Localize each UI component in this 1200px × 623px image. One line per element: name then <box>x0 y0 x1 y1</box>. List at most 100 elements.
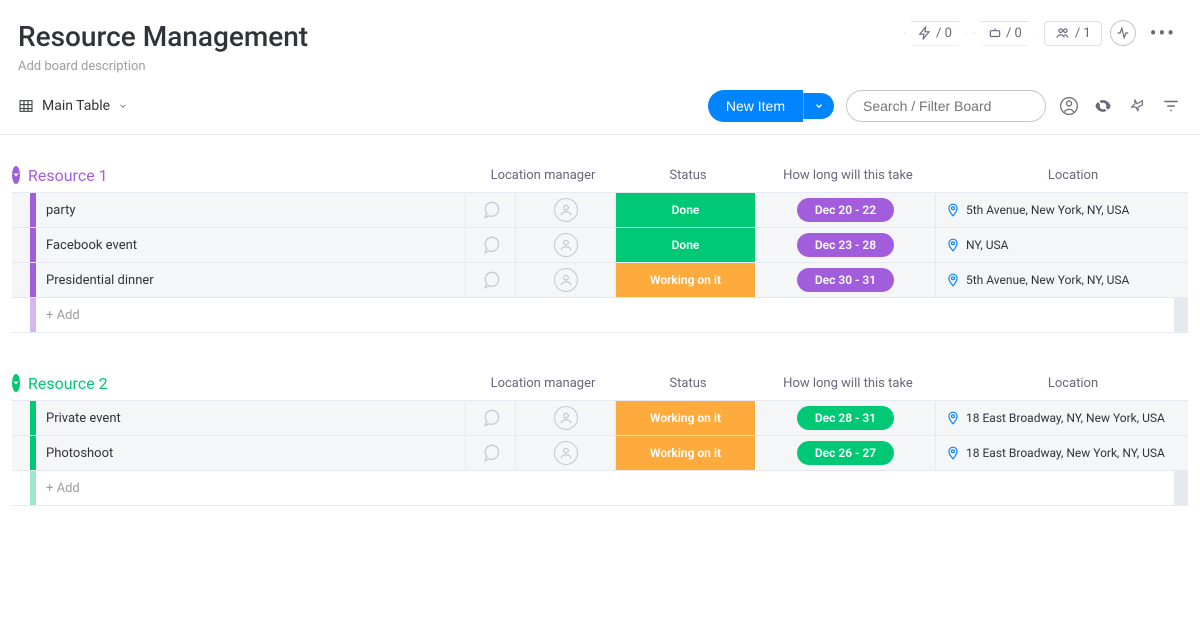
person-icon <box>559 273 573 287</box>
location-cell[interactable]: NY, USA <box>936 228 1200 262</box>
filter-button[interactable] <box>1160 95 1182 117</box>
chat-icon <box>481 235 501 255</box>
assign-person-button[interactable] <box>554 198 578 222</box>
view-selector[interactable]: Main Table <box>18 98 128 114</box>
table-icon <box>18 98 34 114</box>
column-header-manager[interactable]: Location manager <box>468 376 618 391</box>
bolt-icon <box>918 26 932 40</box>
item-name[interactable]: party <box>36 193 466 227</box>
status-cell[interactable]: Working on it <box>616 401 756 435</box>
chat-button[interactable] <box>466 401 516 435</box>
chevron-down-icon <box>118 101 128 111</box>
location-cell[interactable]: 5th Avenue, New York, NY, USA <box>936 263 1200 297</box>
item-name[interactable]: Private event <box>36 401 466 435</box>
column-header-location[interactable]: Location <box>938 376 1200 391</box>
group-collapse-toggle[interactable] <box>12 374 20 392</box>
chat-icon <box>481 270 501 290</box>
integration-badge-1[interactable]: / 0 <box>904 21 966 46</box>
column-header-status[interactable]: Status <box>618 376 758 391</box>
activity-button[interactable] <box>1110 20 1136 46</box>
search-input[interactable] <box>846 90 1046 122</box>
hide-button[interactable] <box>1092 95 1114 117</box>
new-item-button[interactable]: New Item <box>708 90 803 122</box>
location-pin-icon <box>946 203 960 217</box>
badge-1-count: / 0 <box>936 26 952 41</box>
chat-icon <box>481 443 501 463</box>
pin-icon <box>1128 97 1146 115</box>
add-item-button[interactable]: + Add <box>36 298 1174 332</box>
chat-button[interactable] <box>466 193 516 227</box>
table-row: Facebook event Done Dec 23 - 28 NY, USA <box>12 227 1188 263</box>
integration-badge-2[interactable]: / 0 <box>974 21 1036 46</box>
table-row: Presidential dinner Working on it Dec 30… <box>12 262 1188 298</box>
group-collapse-toggle[interactable] <box>12 166 20 184</box>
chevron-down-icon <box>814 101 824 111</box>
eye-off-icon <box>1093 96 1113 116</box>
group-title[interactable]: Resource 2 <box>28 374 468 393</box>
status-cell[interactable]: Done <box>616 228 756 262</box>
timeline-cell[interactable]: Dec 28 - 31 <box>797 406 894 430</box>
timeline-cell[interactable]: Dec 26 - 27 <box>797 441 894 465</box>
chat-icon <box>481 200 501 220</box>
view-label: Main Table <box>42 98 110 114</box>
members-count: / 1 <box>1075 26 1091 41</box>
location-text: 5th Avenue, New York, NY, USA <box>966 273 1129 287</box>
location-pin-icon <box>946 273 960 287</box>
add-item-row: + Add <box>12 470 1188 506</box>
status-cell[interactable]: Done <box>616 193 756 227</box>
assign-person-button[interactable] <box>554 406 578 430</box>
column-header-status[interactable]: Status <box>618 168 758 183</box>
person-icon <box>559 411 573 425</box>
person-icon <box>559 446 573 460</box>
chat-button[interactable] <box>466 228 516 262</box>
column-header-timeline[interactable]: How long will this take <box>758 168 938 183</box>
column-header-location[interactable]: Location <box>938 168 1200 183</box>
location-cell[interactable]: 18 East Broadway, New York, NY, USA <box>936 436 1200 470</box>
person-filter-button[interactable] <box>1058 95 1080 117</box>
status-cell[interactable]: Working on it <box>616 263 756 297</box>
person-icon <box>559 203 573 217</box>
assign-person-button[interactable] <box>554 233 578 257</box>
board-title[interactable]: Resource Management <box>18 20 308 53</box>
column-header-timeline[interactable]: How long will this take <box>758 376 938 391</box>
item-name[interactable]: Facebook event <box>36 228 466 262</box>
more-menu[interactable]: ••• <box>1144 21 1182 45</box>
table-row: Private event Working on it Dec 28 - 31 … <box>12 400 1188 436</box>
location-text: 18 East Broadway, New York, NY, USA <box>966 446 1165 460</box>
chat-icon <box>481 408 501 428</box>
chat-button[interactable] <box>466 263 516 297</box>
timeline-cell[interactable]: Dec 30 - 31 <box>797 268 894 292</box>
item-name[interactable]: Presidential dinner <box>36 263 466 297</box>
timeline-cell[interactable]: Dec 23 - 28 <box>797 233 894 257</box>
location-text: NY, USA <box>966 238 1008 252</box>
assign-person-button[interactable] <box>554 268 578 292</box>
location-pin-icon <box>946 411 960 425</box>
table-row: party Done Dec 20 - 22 5th Avenue, New Y… <box>12 192 1188 228</box>
location-cell[interactable]: 18 East Broadway, NY, New York, USA <box>936 401 1200 435</box>
location-pin-icon <box>946 446 960 460</box>
person-icon <box>559 238 573 252</box>
new-item-dropdown[interactable] <box>803 93 834 119</box>
robot-icon <box>988 26 1002 40</box>
person-icon <box>1059 96 1079 116</box>
members-badge[interactable]: / 1 <box>1044 21 1102 46</box>
timeline-cell[interactable]: Dec 20 - 22 <box>797 198 894 222</box>
group: Resource 2 Location manager Status How l… <box>12 373 1188 506</box>
location-cell[interactable]: 5th Avenue, New York, NY, USA <box>936 193 1200 227</box>
pin-button[interactable] <box>1126 95 1148 117</box>
board-description[interactable]: Add board description <box>18 59 308 74</box>
chat-button[interactable] <box>466 436 516 470</box>
location-pin-icon <box>946 238 960 252</box>
header-badges: / 0 / 0 / 1 ••• <box>904 20 1182 46</box>
group: Resource 1 Location manager Status How l… <box>12 165 1188 333</box>
item-name[interactable]: Photoshoot <box>36 436 466 470</box>
add-item-button[interactable]: + Add <box>36 471 1174 505</box>
table-row: Photoshoot Working on it Dec 26 - 27 18 … <box>12 435 1188 471</box>
status-cell[interactable]: Working on it <box>616 436 756 470</box>
location-text: 18 East Broadway, NY, New York, USA <box>966 411 1165 425</box>
assign-person-button[interactable] <box>554 441 578 465</box>
add-item-row: + Add <box>12 297 1188 333</box>
chevron-down-icon <box>12 379 20 387</box>
column-header-manager[interactable]: Location manager <box>468 168 618 183</box>
group-title[interactable]: Resource 1 <box>28 166 468 185</box>
